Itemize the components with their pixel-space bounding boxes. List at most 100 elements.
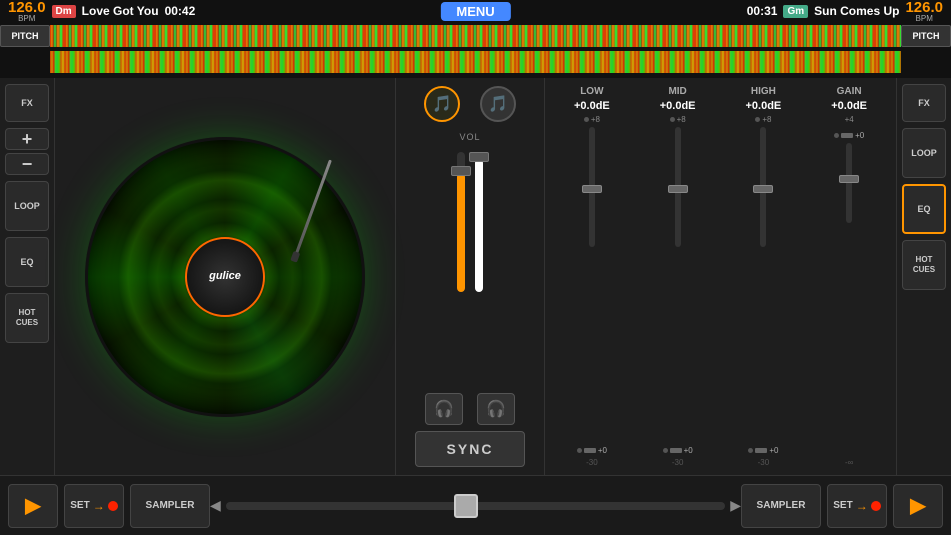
eq-mid-label: MID	[668, 86, 686, 97]
eq-low-track[interactable]	[589, 127, 595, 247]
left-deck: gulice	[55, 78, 395, 475]
left-fader-track[interactable]	[457, 152, 465, 292]
right-channel-icon[interactable]: 🎵	[480, 86, 516, 122]
bottom-bar: ▶ SET → SAMPLER ◀ ▶ SAMPLER SET → ▶	[0, 475, 951, 535]
left-fader-thumb[interactable]	[451, 166, 471, 176]
waveform-section: PITCH PITCH	[0, 22, 951, 78]
eq-band-low: LOW +0.0dE +8 +0 -30	[553, 86, 631, 467]
left-bpm-label: BPM	[18, 15, 35, 23]
eq-band-mid: MID +0.0dE +8 +0 -30	[639, 86, 717, 467]
crossfader-track[interactable]	[226, 502, 725, 510]
eq-high-fader-area	[725, 127, 803, 443]
vol-label: VOL	[459, 132, 480, 142]
eq-gain-minus-inf: -∞	[845, 458, 853, 467]
eq-mid-track[interactable]	[675, 127, 681, 247]
eq-low-thumb[interactable]	[582, 185, 602, 193]
menu-button[interactable]: MENU	[440, 2, 510, 21]
right-track-title: Sun Comes Up	[814, 4, 899, 18]
left-fx-button[interactable]: FX	[5, 84, 49, 122]
left-eq-button[interactable]: EQ	[5, 237, 49, 287]
eq-low-plus8: +8	[591, 115, 600, 124]
left-loop-button[interactable]: LOOP	[5, 181, 49, 231]
right-set-group: SET →	[827, 484, 887, 528]
left-set-group: SET →	[64, 484, 124, 528]
right-sidebar: FX LOOP EQ HOTCUES	[896, 78, 951, 475]
eq-band-gain: GAIN +0.0dE +4 +0 -∞	[810, 86, 888, 467]
headphone-row: 🎧 🎧	[425, 393, 515, 425]
crossfader-right-arrow: ▶	[730, 497, 741, 514]
left-set-button[interactable]: SET →	[64, 484, 124, 528]
channel-icons: 🎵 🎵	[424, 86, 516, 122]
eq-low-dot1	[584, 117, 589, 122]
left-headphone-button[interactable]: 🎧	[425, 393, 463, 425]
right-fx-button[interactable]: FX	[902, 84, 946, 122]
right-hotcues-button[interactable]: HOTCUES	[902, 240, 946, 290]
eq-mid-minus30: -30	[672, 458, 684, 467]
eq-high-minus30: -30	[758, 458, 770, 467]
right-bpm-box: 126.0 BPM	[905, 0, 943, 23]
eq-gain-fader-area	[810, 143, 888, 455]
left-timer: 00:42	[165, 4, 196, 18]
right-headphone-button[interactable]: 🎧	[477, 393, 515, 425]
eq-band-high: HIGH +0.0dE +8 +0 -30	[725, 86, 803, 467]
turntable-label: gulice	[185, 237, 265, 317]
eq-gain-track[interactable]	[846, 143, 852, 223]
turntable: gulice	[85, 137, 365, 417]
left-sampler-button[interactable]: SAMPLER	[130, 484, 210, 528]
left-bpm-box: 126.0 BPM	[8, 0, 46, 23]
eq-gain-thumb[interactable]	[839, 175, 859, 183]
left-minus-button[interactable]: −	[5, 153, 49, 175]
right-set-dot	[871, 501, 881, 511]
right-fader-fill	[475, 159, 483, 292]
left-channel-icon[interactable]: 🎵	[424, 86, 460, 122]
left-pitch-button[interactable]: PITCH	[0, 25, 50, 47]
left-set-label: SET	[70, 500, 89, 511]
eq-high-thumb[interactable]	[753, 185, 773, 193]
right-bpm-value: 126.0	[905, 0, 943, 15]
eq-high-plus0: +0	[769, 446, 778, 455]
left-play-button[interactable]: ▶	[8, 484, 58, 528]
left-hotcues-button[interactable]: HOTCUES	[5, 293, 49, 343]
eq-mid-dot2	[663, 448, 668, 453]
right-loop-button[interactable]: LOOP	[902, 128, 946, 178]
left-track-title: Love Got You	[82, 4, 159, 18]
left-fader-fill	[457, 173, 465, 292]
left-add-button[interactable]: +	[5, 128, 49, 150]
eq-mid-thumb[interactable]	[668, 185, 688, 193]
eq-low-plus0: +0	[598, 446, 607, 455]
eq-bands: LOW +0.0dE +8 +0 -30	[553, 86, 888, 467]
right-fader-thumb[interactable]	[469, 152, 489, 162]
left-fader-container	[457, 148, 465, 308]
eq-mid-dot1	[670, 117, 675, 122]
right-pitch-button[interactable]: PITCH	[901, 25, 951, 47]
eq-gain-plus0: +0	[855, 131, 864, 140]
eq-gain-rect	[841, 133, 853, 138]
right-timer: 00:31	[747, 4, 778, 18]
eq-mid-plus0: +0	[684, 446, 693, 455]
left-set-arrow: →	[93, 499, 105, 513]
eq-gain-dot	[834, 133, 839, 138]
right-eq-button[interactable]: EQ	[902, 184, 946, 234]
tonearm	[295, 159, 332, 254]
sync-button[interactable]: SYNC	[415, 431, 525, 467]
faders-row	[457, 148, 483, 387]
left-deck-info: 126.0 BPM Dm Love Got You 00:42	[8, 0, 195, 23]
eq-low-value: +0.0dE	[574, 100, 610, 112]
eq-high-dot2	[748, 448, 753, 453]
right-waveform-visual	[50, 51, 901, 73]
right-play-button[interactable]: ▶	[893, 484, 943, 528]
right-set-button[interactable]: SET →	[827, 484, 887, 528]
eq-high-plus8: +8	[762, 115, 771, 124]
right-set-label: SET	[833, 500, 852, 511]
right-sampler-button[interactable]: SAMPLER	[741, 484, 821, 528]
waveform-bottom-row	[0, 50, 951, 74]
eq-mid-fader-area	[639, 127, 717, 443]
eq-high-label: HIGH	[751, 86, 776, 97]
eq-high-track[interactable]	[760, 127, 766, 247]
right-fader-track[interactable]	[475, 152, 483, 292]
right-key-badge: Gm	[783, 5, 808, 18]
eq-low-label: LOW	[580, 86, 603, 97]
crossfader-thumb[interactable]	[454, 494, 478, 518]
eq-gain-value: +0.0dE	[831, 100, 867, 112]
right-fader-container	[475, 148, 483, 308]
